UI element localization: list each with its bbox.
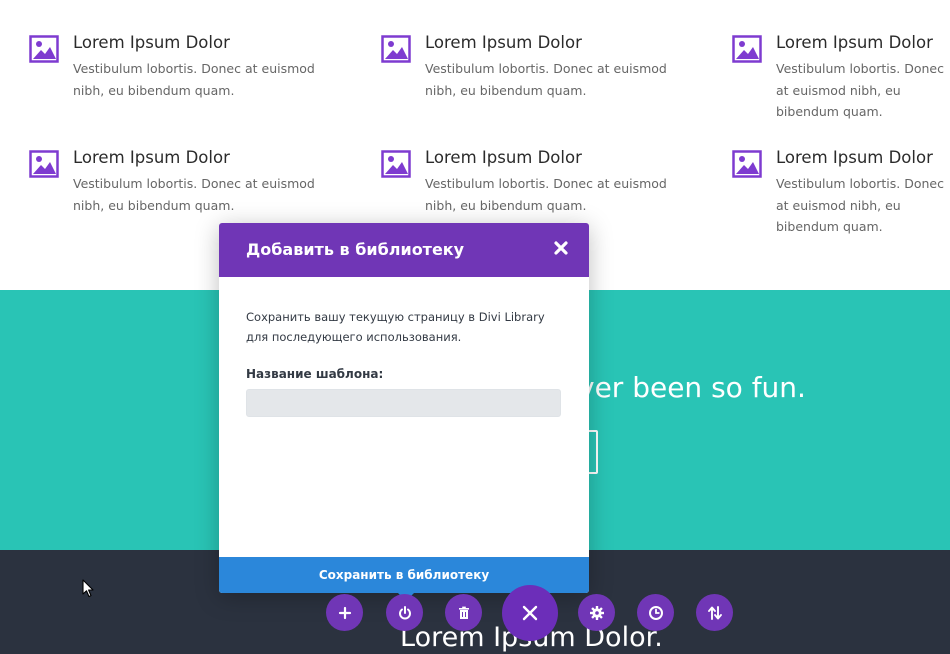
- image-icon: [381, 35, 411, 63]
- sort-arrows-icon: [707, 605, 722, 620]
- template-name-label: Название шаблона:: [246, 367, 384, 381]
- blurb-title: Lorem Ipsum Dolor: [73, 148, 230, 167]
- blurb-text: Vestibulum lobortis. Donec at euismod ni…: [425, 176, 667, 213]
- image-icon: [29, 150, 59, 178]
- image-icon: [29, 35, 59, 63]
- page-settings-button[interactable]: [578, 594, 615, 631]
- blurb-text: Vestibulum lobortis. Donec at euismod ni…: [776, 176, 944, 234]
- modal-title: Добавить в библиотеку: [246, 240, 465, 259]
- blurb-text: Vestibulum lobortis. Donec at euismod ni…: [73, 61, 315, 98]
- history-button[interactable]: [637, 594, 674, 631]
- modal-description: Сохранить вашу текущую страницу в Divi L…: [246, 310, 545, 344]
- close-builder-button[interactable]: [502, 585, 558, 641]
- gear-icon: [589, 605, 604, 620]
- close-icon: [522, 605, 538, 621]
- blurb-title: Lorem Ipsum Dolor: [73, 33, 230, 52]
- blurb-text: Vestibulum lobortis. Donec at euismod ni…: [776, 61, 944, 119]
- image-icon: [381, 150, 411, 178]
- reorder-button[interactable]: [696, 594, 733, 631]
- mouse-cursor-icon: [82, 579, 94, 598]
- blurb-title: Lorem Ipsum Dolor: [776, 33, 933, 52]
- template-name-input[interactable]: [246, 389, 561, 417]
- modal-header: Добавить в библиотеку: [219, 223, 589, 277]
- power-icon: [398, 605, 411, 619]
- blurb-title: Lorem Ipsum Dolor: [425, 148, 582, 167]
- image-icon: [732, 150, 762, 178]
- blurb-title: Lorem Ipsum Dolor: [425, 33, 582, 52]
- blurb-text: Vestibulum lobortis. Donec at euismod ni…: [425, 61, 667, 98]
- clear-layout-button[interactable]: [445, 594, 482, 631]
- plus-icon: [338, 606, 351, 619]
- clock-icon: [648, 605, 663, 620]
- add-button[interactable]: [326, 594, 363, 631]
- blurb-title: Lorem Ipsum Dolor: [776, 148, 933, 167]
- close-icon[interactable]: [553, 240, 569, 256]
- blurb-text: Vestibulum lobortis. Donec at euismod ni…: [73, 176, 315, 213]
- image-icon: [732, 35, 762, 63]
- trash-icon: [458, 606, 469, 619]
- section-headline: ver been so fun.: [578, 371, 806, 404]
- portability-button[interactable]: [386, 594, 423, 631]
- add-to-library-modal: Добавить в библиотеку Сохранить вашу тек…: [219, 223, 589, 593]
